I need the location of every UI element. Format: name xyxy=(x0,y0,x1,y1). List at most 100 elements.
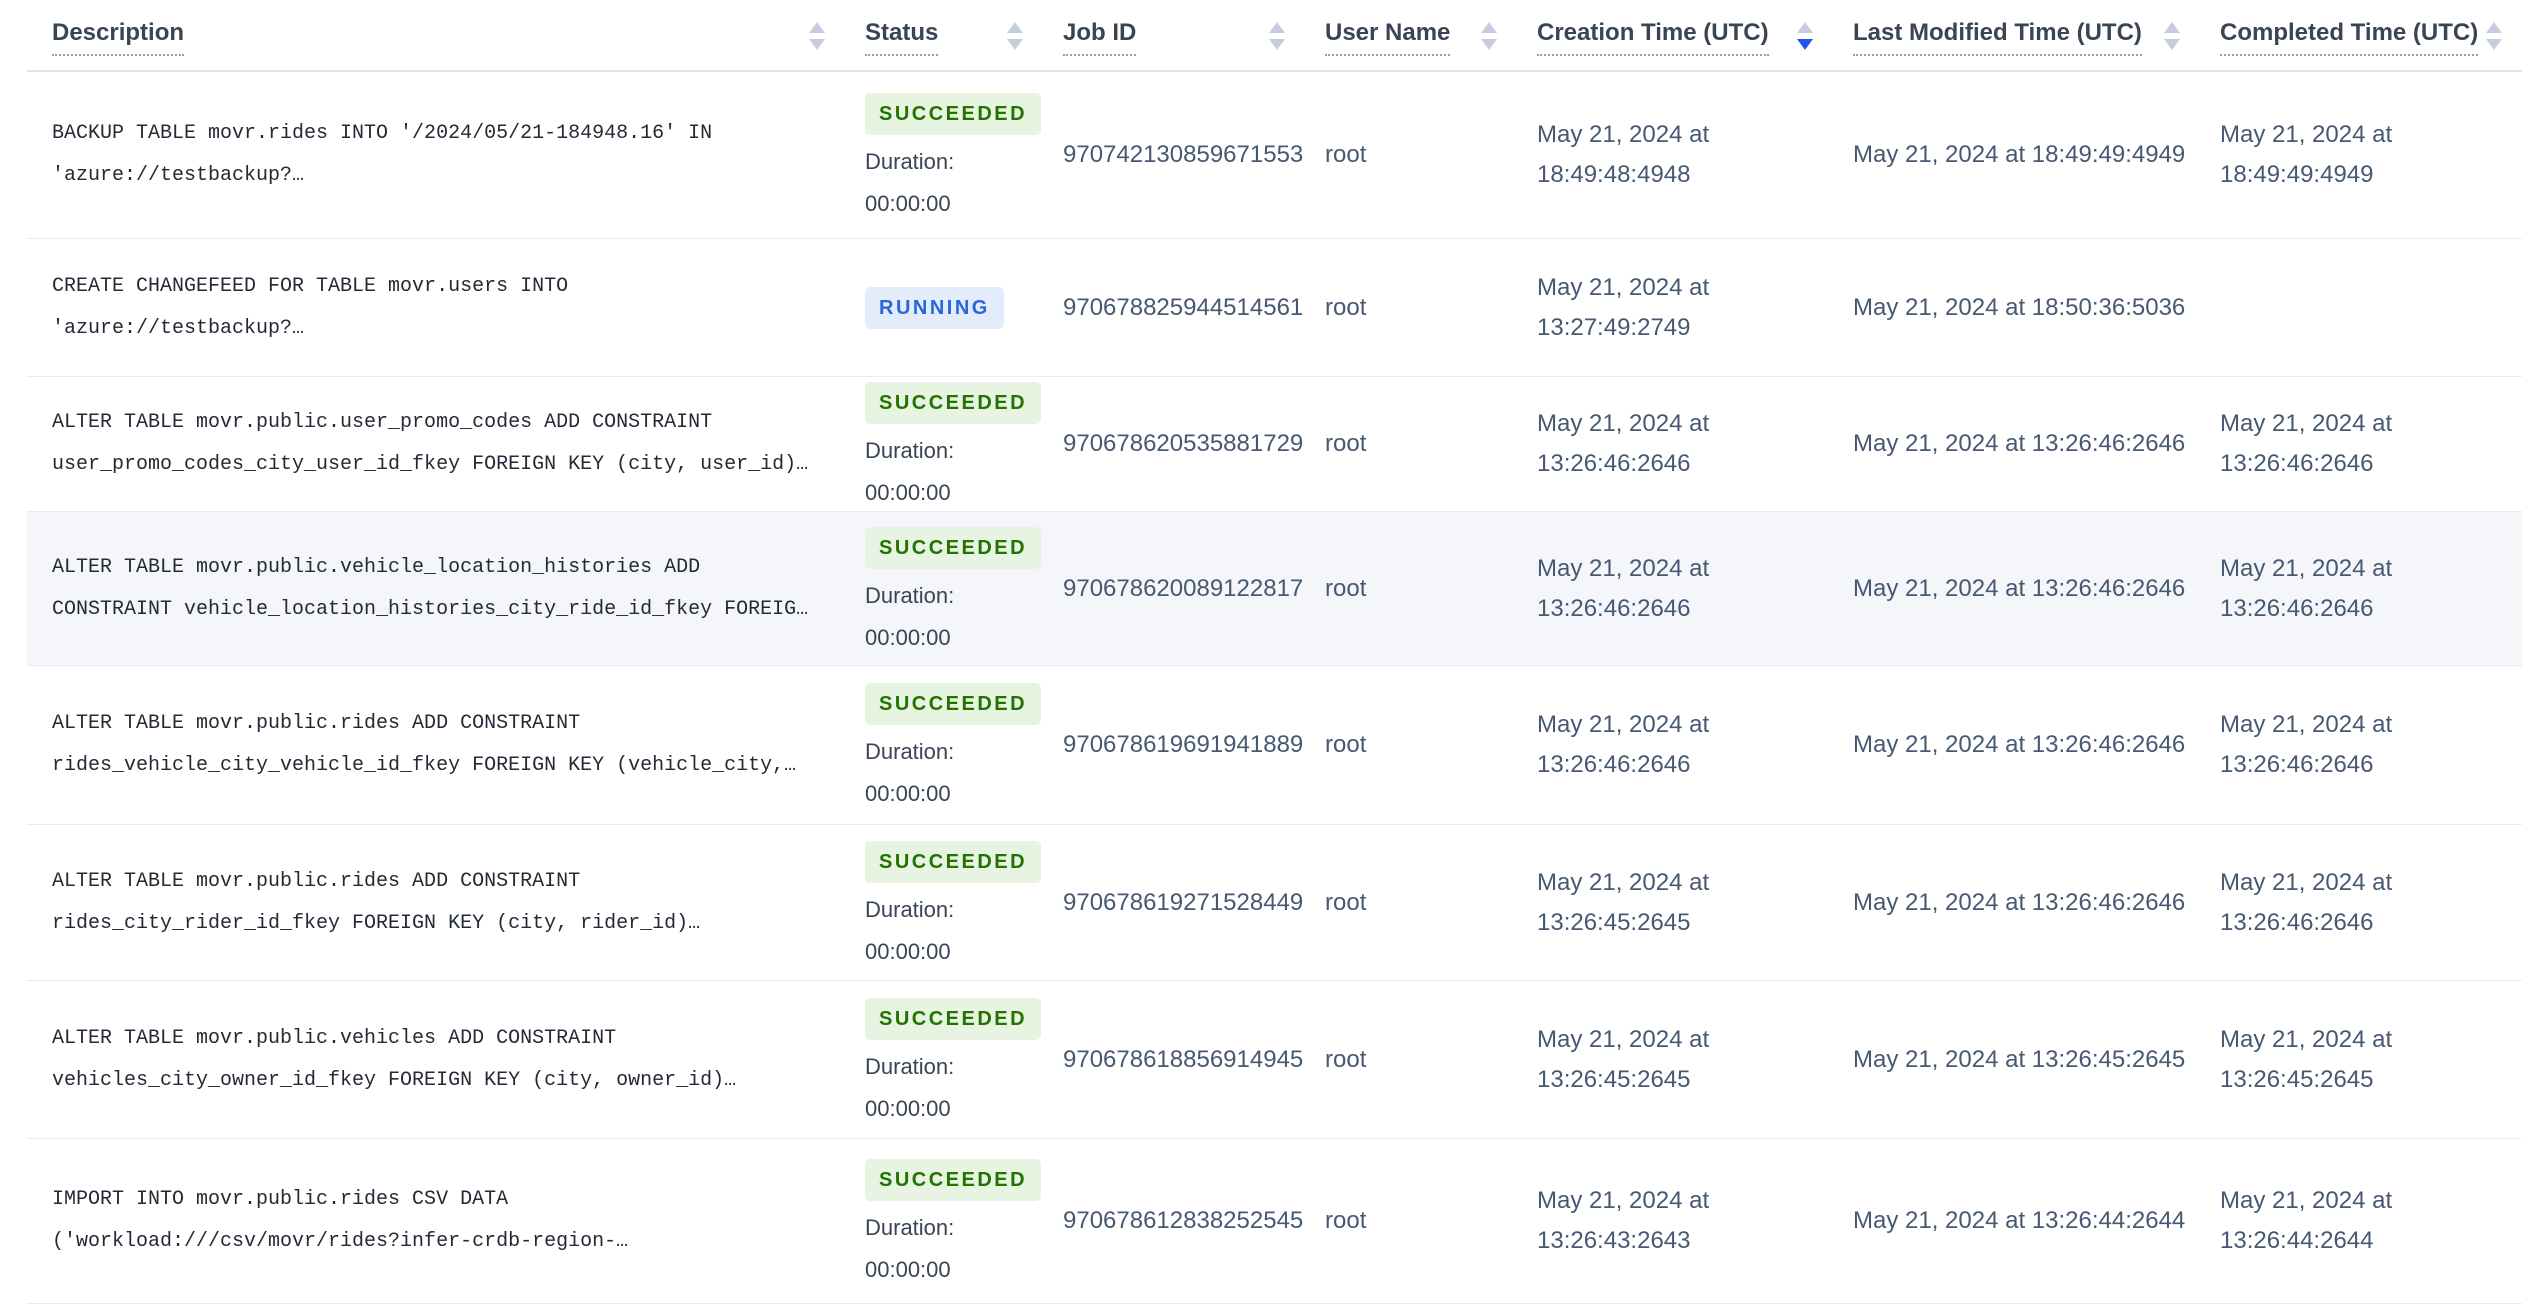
job-status-cell: SUCCEEDED Duration: 00:00:00 xyxy=(845,1159,1043,1283)
creation-time-cell: May 21, 2024 at 13:27:49:2749 xyxy=(1517,268,1833,348)
job-status-cell: RUNNING xyxy=(845,286,1043,329)
status-badge: SUCCEEDED xyxy=(865,526,1042,569)
table-row[interactable]: BACKUP TABLE movr.rides INTO '/2024/05/2… xyxy=(27,72,2522,239)
duration-value: 00:00:00 xyxy=(865,191,951,216)
status-badge: SUCCEEDED xyxy=(865,382,1042,424)
column-header-status[interactable]: Status xyxy=(845,0,1043,70)
sort-arrows-icon[interactable] xyxy=(1797,22,1813,50)
job-description-line: BACKUP TABLE movr.rides INTO '/2024/05/2… xyxy=(52,122,713,145)
column-header-completed-time[interactable]: Completed Time (UTC) xyxy=(2200,0,2522,70)
creation-time-cell: May 21, 2024 at 13:26:45:2645 xyxy=(1517,863,1833,943)
job-description-cell: IMPORT INTO movr.public.rides CSV DATA ('… xyxy=(27,1179,845,1263)
jobs-table: Description Status Job ID User Name Crea… xyxy=(27,0,2522,1304)
job-description-line: ALTER TABLE movr.public.user_promo_codes… xyxy=(52,411,713,434)
sort-arrows-icon[interactable] xyxy=(2486,22,2502,50)
table-row[interactable]: ALTER TABLE movr.public.rides ADD CONSTR… xyxy=(27,825,2522,981)
job-id-cell: 970678618856914945 xyxy=(1043,1039,1305,1081)
timestamp-line: 13:26:46:2646 xyxy=(1537,751,1691,778)
job-description-line: ALTER TABLE movr.public.rides ADD CONSTR… xyxy=(52,712,581,735)
job-description-cell: ALTER TABLE movr.public.rides ADD CONSTR… xyxy=(27,861,845,945)
job-id-value: 970678620535881729 xyxy=(1063,430,1304,457)
timestamp-line: May 21, 2024 at xyxy=(2220,711,2393,738)
job-id-value: 970678620089122817 xyxy=(1063,574,1304,602)
job-id-value: 970678619271528449 xyxy=(1063,888,1304,916)
timestamp-line: May 21, 2024 at xyxy=(2220,1025,2393,1053)
completed-time-cell: May 21, 2024 at 13:26:45:2645 xyxy=(2200,1020,2522,1100)
timestamp-line: May 21, 2024 at xyxy=(2220,1187,2393,1214)
completed-time-cell: May 21, 2024 at 13:26:46:2646 xyxy=(2200,705,2522,785)
job-description-cell: CREATE CHANGEFEED FOR TABLE movr.users I… xyxy=(27,266,845,350)
timestamp-line: May 21, 2024 at xyxy=(2220,410,2393,437)
job-description-line: user_promo_codes_city_user_id_fkey FOREI… xyxy=(52,453,809,476)
timestamp-line: May 21, 2024 at 13:26:44:2644 xyxy=(1853,1207,2186,1234)
timestamp-line: May 21, 2024 at 13:26:46:2646 xyxy=(1853,574,2186,602)
completed-time-cell: May 21, 2024 at 13:26:46:2646 xyxy=(2200,549,2522,629)
table-row[interactable]: IMPORT INTO movr.public.rides CSV DATA ('… xyxy=(27,1139,2522,1304)
creation-time-cell: May 21, 2024 at 13:26:46:2646 xyxy=(1517,549,1833,629)
job-id-cell: 970678620535881729 xyxy=(1043,423,1305,465)
timestamp-line: 13:27:49:2749 xyxy=(1537,313,1691,341)
sort-arrows-icon[interactable] xyxy=(809,22,825,50)
table-row[interactable]: ALTER TABLE movr.public.vehicles ADD CON… xyxy=(27,981,2522,1139)
user-name-cell: root xyxy=(1305,882,1517,924)
job-description-line: ('workload:///csv/movr/rides?infer-crdb-… xyxy=(52,1230,629,1253)
table-row[interactable]: ALTER TABLE movr.public.vehicle_location… xyxy=(27,512,2522,666)
column-header-job-id[interactable]: Job ID xyxy=(1043,0,1305,70)
duration-value: 00:00:00 xyxy=(865,938,951,964)
sort-arrows-icon[interactable] xyxy=(1269,22,1285,50)
job-id-value: 970742130859671553 xyxy=(1063,141,1304,168)
job-id-value: 970678612838252545 xyxy=(1063,1207,1304,1234)
column-header-label: Completed Time (UTC) xyxy=(2220,20,2479,56)
job-description-cell: ALTER TABLE movr.public.vehicle_location… xyxy=(27,547,845,631)
last-modified-time-cell: May 21, 2024 at 13:26:44:2644 xyxy=(1833,1201,2200,1241)
timestamp-line: May 21, 2024 at xyxy=(1537,868,1710,896)
job-id-value: 970678618856914945 xyxy=(1063,1045,1304,1073)
completed-time-cell: May 21, 2024 at 18:49:49:4949 xyxy=(2200,115,2522,195)
timestamp-line: 13:26:46:2646 xyxy=(1537,594,1691,622)
duration-label: Duration: xyxy=(865,582,955,608)
job-id-cell: 970678612838252545 xyxy=(1043,1200,1305,1242)
duration-label: Duration: xyxy=(865,438,955,463)
timestamp-line: 13:26:46:2646 xyxy=(2220,594,2374,622)
timestamp-line: 13:26:46:2646 xyxy=(2220,751,2374,778)
creation-time-cell: May 21, 2024 at 13:26:45:2645 xyxy=(1517,1020,1833,1100)
user-name-cell: root xyxy=(1305,568,1517,610)
job-id-value: 970678619691941889 xyxy=(1063,731,1304,758)
column-header-label: Status xyxy=(865,20,939,56)
timestamp-line: May 21, 2024 at xyxy=(1537,1025,1710,1053)
timestamp-line: 18:49:49:4949 xyxy=(2220,161,2374,188)
column-header-last-modified-time[interactable]: Last Modified Time (UTC) xyxy=(1833,0,2200,70)
column-header-label: Last Modified Time (UTC) xyxy=(1853,20,2142,56)
table-row[interactable]: ALTER TABLE movr.public.user_promo_codes… xyxy=(27,377,2522,512)
completed-time-cell: May 21, 2024 at 13:26:46:2646 xyxy=(2200,404,2522,484)
job-description-line: rides_city_rider_id_fkey FOREIGN KEY (ci… xyxy=(52,911,701,935)
sort-arrows-icon[interactable] xyxy=(1007,22,1023,50)
last-modified-time-cell: May 21, 2024 at 13:26:46:2646 xyxy=(1833,424,2200,464)
job-description-line: ALTER TABLE movr.public.rides ADD CONSTR… xyxy=(52,869,581,893)
column-header-description[interactable]: Description xyxy=(27,0,845,70)
sort-arrows-icon[interactable] xyxy=(1481,22,1497,50)
job-status-cell: SUCCEEDED Duration: 00:00:00 xyxy=(845,382,1043,506)
timestamp-line: May 21, 2024 at xyxy=(1537,410,1710,437)
sort-arrows-icon[interactable] xyxy=(2164,22,2180,50)
job-description-line: ALTER TABLE movr.public.vehicles ADD CON… xyxy=(52,1026,617,1050)
timestamp-line: May 21, 2024 at 13:26:46:2646 xyxy=(1853,430,2186,457)
last-modified-time-cell: May 21, 2024 at 13:26:46:2646 xyxy=(1833,883,2200,923)
timestamp-line: May 21, 2024 at xyxy=(1537,711,1710,738)
timestamp-line: May 21, 2024 at 13:26:45:2645 xyxy=(1853,1045,2186,1073)
user-name-value: root xyxy=(1325,1207,1367,1234)
user-name-cell: root xyxy=(1305,724,1517,766)
user-name-value: root xyxy=(1325,731,1367,758)
jobs-table-header: Description Status Job ID User Name Crea… xyxy=(27,0,2522,72)
column-header-user-name[interactable]: User Name xyxy=(1305,0,1517,70)
status-badge: RUNNING xyxy=(865,286,1004,329)
job-id-cell: 970678825944514561 xyxy=(1043,287,1305,329)
table-row[interactable]: ALTER TABLE movr.public.rides ADD CONSTR… xyxy=(27,666,2522,825)
job-id-cell: 970742130859671553 xyxy=(1043,134,1305,176)
timestamp-line: May 21, 2024 at 18:50:36:5036 xyxy=(1853,293,2186,321)
column-header-creation-time[interactable]: Creation Time (UTC) xyxy=(1517,0,1833,70)
last-modified-time-cell: May 21, 2024 at 13:26:46:2646 xyxy=(1833,725,2200,765)
table-row[interactable]: CREATE CHANGEFEED FOR TABLE movr.users I… xyxy=(27,239,2522,377)
job-description-cell: ALTER TABLE movr.public.user_promo_codes… xyxy=(27,402,845,486)
user-name-cell: root xyxy=(1305,423,1517,465)
